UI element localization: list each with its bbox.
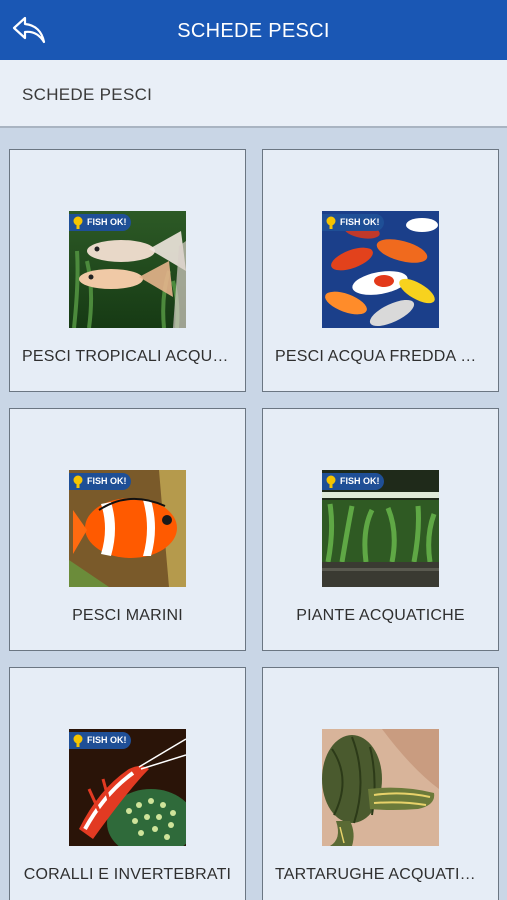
section-title: SCHEDE PESCI [22,85,153,104]
category-card-tropical[interactable]: FISH OK! PESCI TROPICALI ACQUA DOLCE [9,149,246,392]
cleaner-shrimp-photo: FISH OK! [69,729,186,846]
app-header: SCHEDE PESCI [0,0,507,60]
fish-ok-badge: FISH OK! [322,473,384,490]
planted-aquarium-photo: FISH OK! [322,470,439,587]
category-label: TARTARUGHE ACQUATICHE [275,866,495,883]
category-card-marine[interactable]: FISH OK! PESCI MARINI [9,408,246,651]
category-label: CORALLI E INVERTEBRATI [23,866,232,883]
category-label: PESCI MARINI [72,607,183,624]
fish-ok-logo-icon [73,475,83,488]
category-card-corals[interactable]: FISH OK! CORALLI E INVERTEBRATI [9,667,246,900]
koi-carp-photo: FISH OK! [322,211,439,328]
fish-ok-badge: FISH OK! [69,473,131,490]
category-card-turtles[interactable]: TARTARUGHE ACQUATICHE [262,667,499,900]
fish-ok-badge: FISH OK! [69,732,131,749]
clownfish-photo: FISH OK! [69,470,186,587]
fish-ok-logo-icon [73,734,83,747]
fish-ok-badge: FISH OK! [69,214,131,231]
tropical-fish-photo: FISH OK! [69,211,186,328]
fish-ok-logo-icon [73,216,83,229]
fish-ok-badge: FISH OK! [322,214,384,231]
category-label: PIANTE ACQUATICHE [296,607,465,624]
turtle-photo [322,729,439,846]
category-label: PESCI ACQUA FREDDA E LAGHETTO [275,348,498,365]
fish-ok-logo-icon [326,475,336,488]
section-header: SCHEDE PESCI [0,60,507,128]
header-title: SCHEDE PESCI [177,20,330,42]
category-card-plants[interactable]: FISH OK! PIANTE ACQUATICHE [262,408,499,651]
category-label: PESCI TROPICALI ACQUA DOLCE [22,348,245,365]
category-card-cold-water[interactable]: FISH OK! PESCI ACQUA FREDDA E LAGHETTO [262,149,499,392]
fish-ok-logo-icon [326,216,336,229]
